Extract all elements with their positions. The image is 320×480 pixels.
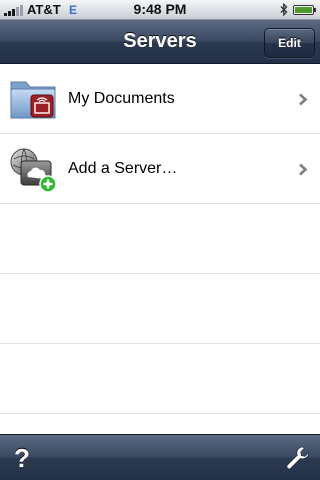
list-item-my-documents[interactable]: My Documents <box>0 64 320 134</box>
bottom-toolbar: ? <box>0 434 320 480</box>
empty-row <box>0 344 320 414</box>
chevron-right-icon <box>299 163 308 176</box>
empty-row <box>0 204 320 274</box>
status-bar: AT&T E 9:48 PM <box>0 0 320 20</box>
list-item-label: Add a Server… <box>68 160 178 177</box>
servers-list: My Documents Add a Server… <box>0 64 320 434</box>
list-item-label: My Documents <box>68 90 175 107</box>
app-screen: AT&T E 9:48 PM Servers Edit My Documents… <box>0 0 320 480</box>
list-item-add-server[interactable]: Add a Server… <box>0 134 320 204</box>
help-button[interactable]: ? <box>6 439 38 477</box>
empty-row <box>0 274 320 344</box>
bluetooth-icon <box>280 3 288 16</box>
add-server-icon <box>10 148 57 193</box>
chevron-right-icon <box>299 93 308 106</box>
documents-folder-icon <box>10 81 56 119</box>
wrench-icon[interactable] <box>284 444 312 472</box>
status-time: 9:48 PM <box>133 1 187 17</box>
edit-button[interactable]: Edit <box>264 28 315 58</box>
battery-icon <box>293 5 316 15</box>
navigation-bar: Servers Edit <box>0 20 320 64</box>
